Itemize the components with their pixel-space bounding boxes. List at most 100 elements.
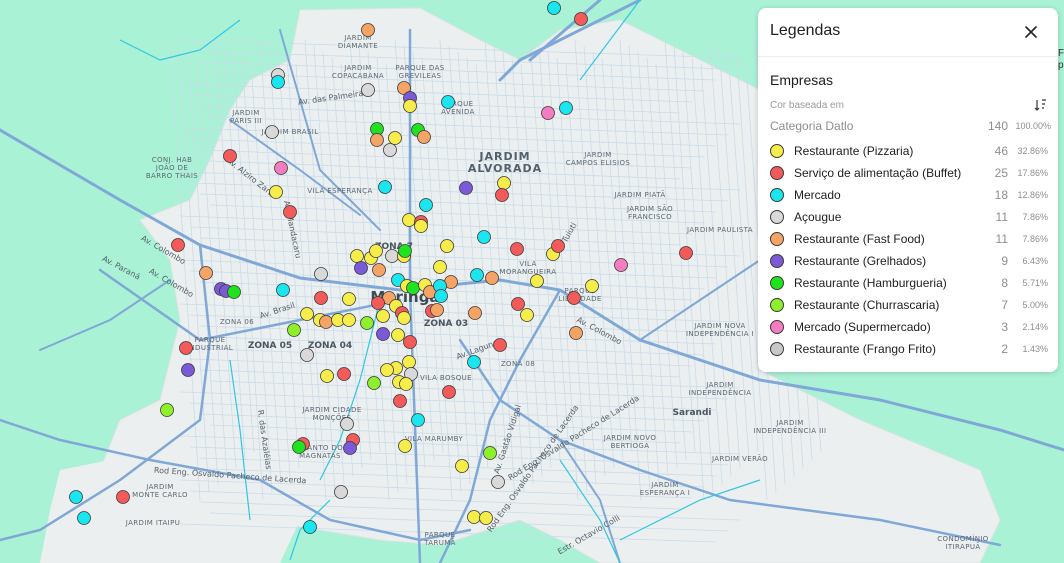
business-marker[interactable]: [497, 176, 511, 190]
legend-item[interactable]: Mercado (Supermercado) 3 2.14%: [758, 317, 1058, 339]
business-marker[interactable]: [370, 133, 384, 147]
business-marker[interactable]: [574, 12, 588, 26]
business-marker[interactable]: [679, 246, 693, 260]
business-marker[interactable]: [403, 99, 417, 113]
business-marker[interactable]: [493, 338, 507, 352]
business-marker[interactable]: [477, 230, 491, 244]
business-marker[interactable]: [292, 440, 306, 454]
business-marker[interactable]: [171, 238, 185, 252]
business-marker[interactable]: [69, 490, 83, 504]
business-marker[interactable]: [468, 306, 482, 320]
business-marker[interactable]: [411, 413, 425, 427]
business-marker[interactable]: [361, 83, 375, 97]
business-marker[interactable]: [354, 261, 368, 275]
business-marker[interactable]: [283, 205, 297, 219]
legend-item[interactable]: Restaurante (Grelhados) 9 6.43%: [758, 251, 1058, 273]
business-marker[interactable]: [337, 367, 351, 381]
business-marker[interactable]: [393, 394, 407, 408]
business-marker[interactable]: [380, 363, 394, 377]
business-marker[interactable]: [470, 268, 484, 282]
business-marker[interactable]: [371, 296, 385, 310]
business-marker[interactable]: [287, 323, 301, 337]
business-marker[interactable]: [551, 239, 565, 253]
close-icon[interactable]: [1022, 23, 1040, 41]
business-marker[interactable]: [402, 355, 416, 369]
legend-item[interactable]: Mercado 18 12.86%: [758, 185, 1058, 207]
business-marker[interactable]: [369, 244, 383, 258]
legend-item[interactable]: Restaurante (Frango Frito) 2 1.43%: [758, 339, 1058, 361]
business-marker[interactable]: [179, 341, 193, 355]
business-marker[interactable]: [440, 239, 454, 253]
business-marker[interactable]: [360, 316, 374, 330]
business-marker[interactable]: [530, 274, 544, 288]
business-marker[interactable]: [269, 185, 283, 199]
business-marker[interactable]: [160, 403, 174, 417]
business-marker[interactable]: [77, 511, 91, 525]
business-marker[interactable]: [479, 511, 493, 525]
business-marker[interactable]: [300, 307, 314, 321]
business-marker[interactable]: [376, 327, 390, 341]
business-marker[interactable]: [520, 308, 534, 322]
business-marker[interactable]: [391, 328, 405, 342]
business-marker[interactable]: [397, 311, 411, 325]
business-marker[interactable]: [442, 385, 456, 399]
business-marker[interactable]: [385, 249, 399, 263]
business-marker[interactable]: [314, 291, 328, 305]
business-marker[interactable]: [303, 520, 317, 534]
business-marker[interactable]: [585, 279, 599, 293]
legend-item[interactable]: Açougue 11 7.86%: [758, 207, 1058, 229]
legend-item[interactable]: Restaurante (Fast Food) 11 7.86%: [758, 229, 1058, 251]
business-marker[interactable]: [406, 281, 420, 295]
business-marker[interactable]: [417, 130, 431, 144]
business-marker[interactable]: [467, 510, 481, 524]
business-marker[interactable]: [343, 441, 357, 455]
business-marker[interactable]: [350, 249, 364, 263]
business-marker[interactable]: [181, 363, 195, 377]
business-marker[interactable]: [511, 297, 525, 311]
business-marker[interactable]: [414, 219, 428, 233]
business-marker[interactable]: [467, 355, 481, 369]
business-marker[interactable]: [434, 289, 448, 303]
sort-descending-icon[interactable]: [1034, 98, 1048, 112]
business-marker[interactable]: [485, 271, 499, 285]
business-marker[interactable]: [320, 369, 334, 383]
business-marker[interactable]: [547, 1, 561, 15]
business-marker[interactable]: [372, 263, 386, 277]
business-marker[interactable]: [383, 143, 397, 157]
business-marker[interactable]: [541, 106, 555, 120]
legend-item[interactable]: Restaurante (Churrascaria) 7 5.00%: [758, 295, 1058, 317]
business-marker[interactable]: [419, 198, 433, 212]
business-marker[interactable]: [399, 377, 413, 391]
business-marker[interactable]: [398, 439, 412, 453]
business-marker[interactable]: [495, 188, 509, 202]
business-marker[interactable]: [319, 315, 333, 329]
business-marker[interactable]: [403, 335, 417, 349]
business-marker[interactable]: [459, 181, 473, 195]
business-marker[interactable]: [402, 213, 416, 227]
business-marker[interactable]: [614, 258, 628, 272]
business-marker[interactable]: [265, 125, 279, 139]
business-marker[interactable]: [441, 95, 455, 109]
business-marker[interactable]: [334, 485, 348, 499]
business-marker[interactable]: [340, 417, 354, 431]
business-marker[interactable]: [433, 260, 447, 274]
business-marker[interactable]: [116, 490, 130, 504]
business-marker[interactable]: [274, 161, 288, 175]
business-marker[interactable]: [430, 303, 444, 317]
business-marker[interactable]: [300, 348, 314, 362]
business-marker[interactable]: [227, 285, 241, 299]
business-marker[interactable]: [271, 75, 285, 89]
business-marker[interactable]: [398, 244, 412, 258]
business-marker[interactable]: [559, 101, 573, 115]
business-marker[interactable]: [223, 149, 237, 163]
business-marker[interactable]: [510, 242, 524, 256]
business-marker[interactable]: [491, 475, 505, 489]
business-marker[interactable]: [276, 283, 290, 297]
business-marker[interactable]: [342, 292, 356, 306]
business-marker[interactable]: [483, 446, 497, 460]
business-marker[interactable]: [342, 313, 356, 327]
legend-item[interactable]: Restaurante (Pizzaria) 46 32.86%: [758, 141, 1058, 163]
business-marker[interactable]: [378, 180, 392, 194]
business-marker[interactable]: [455, 459, 469, 473]
business-marker[interactable]: [567, 291, 581, 305]
